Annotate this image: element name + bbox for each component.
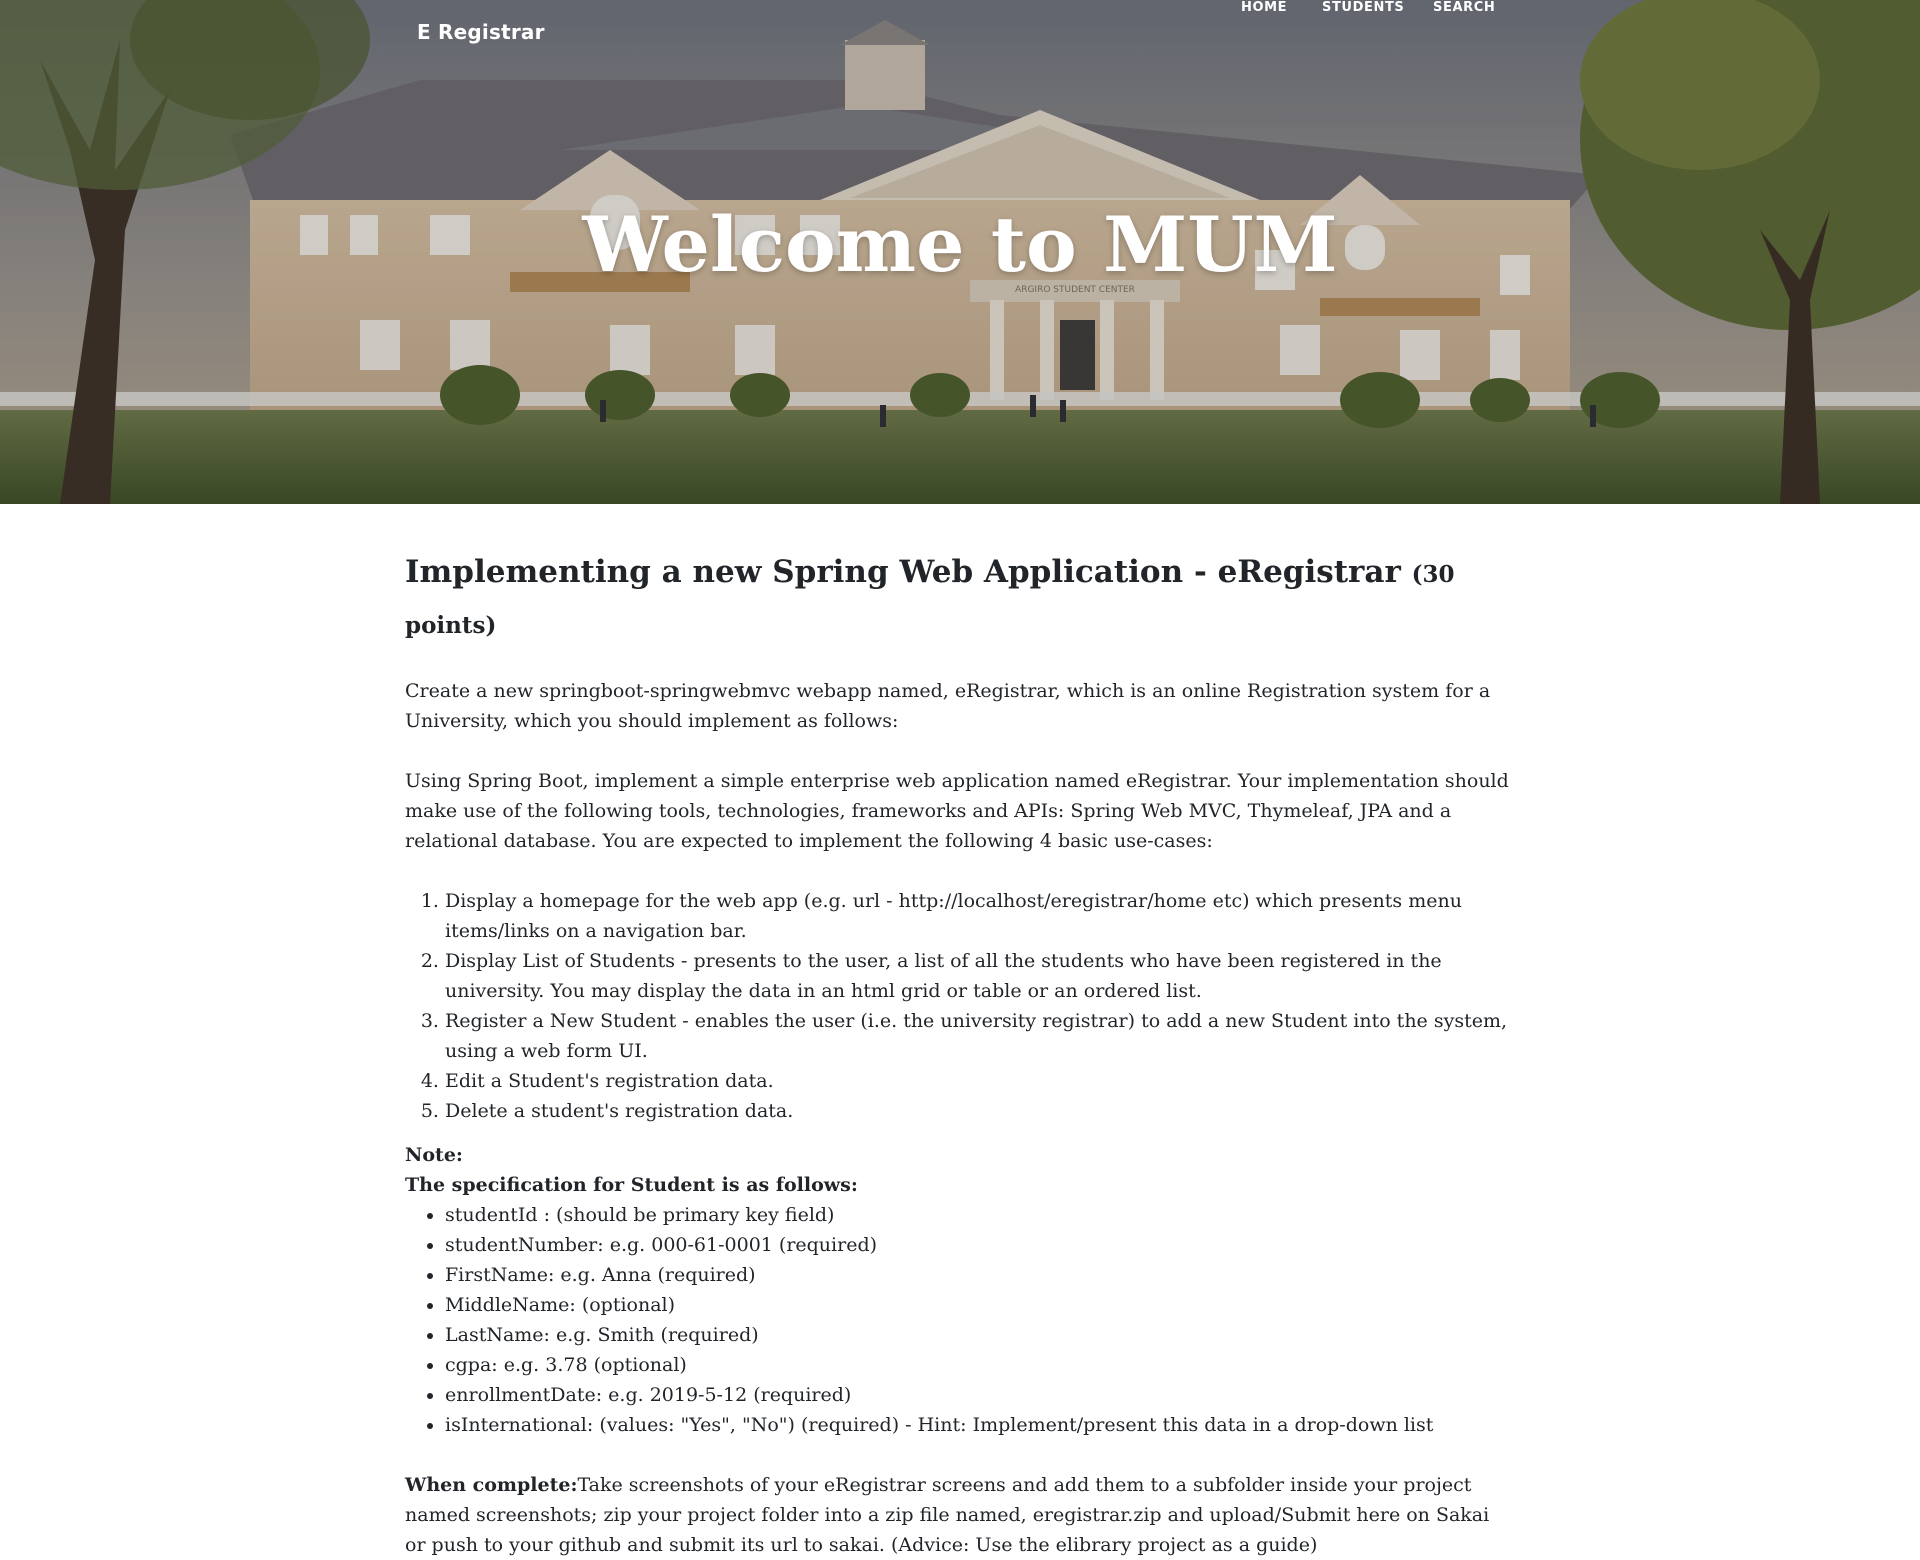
assignment-content: Implementing a new Spring Web Applicatio… <box>405 548 1515 1560</box>
spec-item: LastName: e.g. Smith (required) <box>445 1320 1515 1350</box>
spec-item: isInternational: (values: "Yes", "No") (… <box>445 1410 1515 1440</box>
nav-search-link[interactable]: SEARCH <box>1433 0 1495 15</box>
use-case-list: Display a homepage for the web app (e.g.… <box>405 886 1515 1126</box>
brand-logo-link[interactable]: E Registrar <box>417 20 545 44</box>
description-paragraph: Using Spring Boot, implement a simple en… <box>405 770 1509 852</box>
hero-title: Welcome to MUM <box>582 200 1338 289</box>
assignment-title-text: Implementing a new Spring Web Applicatio… <box>405 554 1401 590</box>
nav-students-link[interactable]: STUDENTS <box>1322 0 1404 15</box>
student-spec-list: studentId : (should be primary key field… <box>405 1200 1515 1440</box>
spec-item: MiddleName: (optional) <box>445 1290 1515 1320</box>
hero-banner: ARGIRO STUDENT CENTER E Registrar HOME S… <box>0 0 1920 504</box>
use-case-item: Edit a Student's registration data. <box>445 1066 1515 1096</box>
note-label: Note: <box>405 1144 463 1166</box>
navbar: E Registrar HOME STUDENTS SEARCH <box>0 0 1920 64</box>
use-case-item: Display List of Students - presents to t… <box>445 946 1515 1006</box>
use-case-item: Display a homepage for the web app (e.g.… <box>445 886 1515 946</box>
use-case-item: Delete a student's registration data. <box>445 1096 1515 1126</box>
spec-item: studentId : (should be primary key field… <box>445 1200 1515 1230</box>
spec-label: The specification for Student is as foll… <box>405 1174 858 1196</box>
nav-home-link[interactable]: HOME <box>1241 0 1287 15</box>
spec-item: enrollmentDate: e.g. 2019-5-12 (required… <box>445 1380 1515 1410</box>
completion-paragraph: When complete:Take screenshots of your e… <box>405 1470 1515 1560</box>
spec-item: cgpa: e.g. 3.78 (optional) <box>445 1350 1515 1380</box>
spec-item: FirstName: e.g. Anna (required) <box>445 1260 1515 1290</box>
use-case-item: Register a New Student - enables the use… <box>445 1006 1515 1066</box>
spec-item: studentNumber: e.g. 000-61-0001 (require… <box>445 1230 1515 1260</box>
intro-paragraph: Create a new springboot-springwebmvc web… <box>405 680 1491 732</box>
assignment-title: Implementing a new Spring Web Applicatio… <box>405 548 1515 650</box>
completion-label: When complete: <box>405 1474 578 1496</box>
